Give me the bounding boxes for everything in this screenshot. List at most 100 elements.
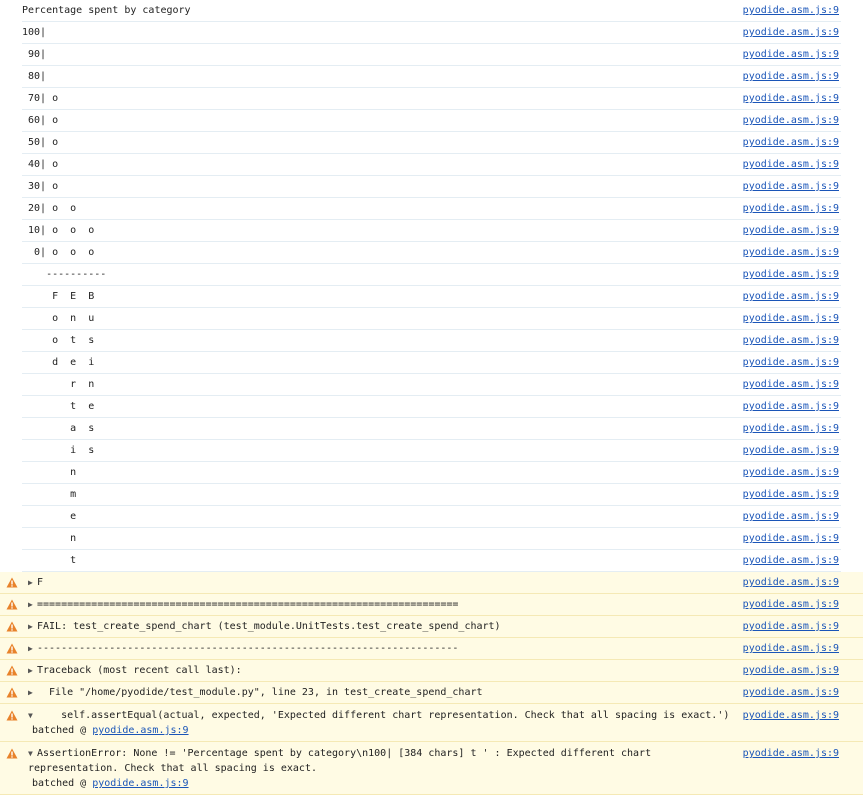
warning-triangle-icon xyxy=(6,748,18,759)
warning-row: ▶ File "/home/pyodide/test_module.py", l… xyxy=(0,682,863,704)
log-row: o n u pyodide.asm.js:9 xyxy=(22,308,841,330)
source-link[interactable]: pyodide.asm.js:9 xyxy=(743,550,839,572)
warning-row: ▶ F pyodide.asm.js:9 xyxy=(0,572,863,594)
warning-row: ▶ ---------------------------------------… xyxy=(0,638,863,660)
log-row: 50| o pyodide.asm.js:9 xyxy=(22,132,841,154)
source-link[interactable]: pyodide.asm.js:9 xyxy=(743,708,839,723)
log-message: 10| o o o xyxy=(22,225,95,236)
log-message: 20| o o xyxy=(22,203,77,214)
log-row: 20| o o pyodide.asm.js:9 xyxy=(22,198,841,220)
log-message: t xyxy=(22,555,77,566)
source-link[interactable]: pyodide.asm.js:9 xyxy=(743,154,839,176)
warning-message: AssertionError: None != 'Percentage spen… xyxy=(28,748,652,774)
log-message: Percentage spent by category xyxy=(22,5,191,16)
log-row: 80| pyodide.asm.js:9 xyxy=(22,66,841,88)
log-message: 90| xyxy=(22,49,47,60)
batched-label: batched @ xyxy=(32,778,93,789)
source-link[interactable]: pyodide.asm.js:9 xyxy=(743,242,839,264)
warning-row: ▶ =======================================… xyxy=(0,594,863,616)
warning-triangle-icon xyxy=(6,665,18,676)
warning-message: F xyxy=(37,577,44,588)
source-link[interactable]: pyodide.asm.js:9 xyxy=(743,330,839,352)
source-link[interactable]: pyodide.asm.js:9 xyxy=(743,176,839,198)
warning-triangle-icon xyxy=(6,687,18,698)
warning-row-expanded: ▼ AssertionError: None != 'Percentage spe… xyxy=(0,742,863,795)
source-link[interactable]: pyodide.asm.js:9 xyxy=(743,352,839,374)
expand-arrow[interactable]: ▶ xyxy=(28,572,37,594)
source-link[interactable]: pyodide.asm.js:9 xyxy=(743,594,839,616)
source-link[interactable]: pyodide.asm.js:9 xyxy=(743,746,839,761)
log-message: 40| o xyxy=(22,159,59,170)
source-link[interactable]: pyodide.asm.js:9 xyxy=(743,660,839,682)
collapse-arrow[interactable]: ▼ xyxy=(28,708,37,723)
log-row: 100| pyodide.asm.js:9 xyxy=(22,22,841,44)
source-link[interactable]: pyodide.asm.js:9 xyxy=(743,110,839,132)
source-link[interactable]: pyodide.asm.js:9 xyxy=(743,22,839,44)
batched-label: batched @ xyxy=(32,725,93,736)
log-message: 60| o xyxy=(22,115,59,126)
log-row: r n pyodide.asm.js:9 xyxy=(22,374,841,396)
source-link[interactable]: pyodide.asm.js:9 xyxy=(743,44,839,66)
warning-triangle-icon xyxy=(6,599,18,610)
log-row: 30| o pyodide.asm.js:9 xyxy=(22,176,841,198)
warning-message: ----------------------------------------… xyxy=(37,643,459,654)
source-link[interactable]: pyodide.asm.js:9 xyxy=(743,572,839,594)
log-row: Percentage spent by category pyodide.asm… xyxy=(22,0,841,22)
log-message: n xyxy=(22,467,77,478)
source-link[interactable]: pyodide.asm.js:9 xyxy=(743,506,839,528)
warning-row: ▶ Traceback (most recent call last): pyod… xyxy=(0,660,863,682)
log-message: 70| o xyxy=(22,93,59,104)
expand-arrow[interactable]: ▶ xyxy=(28,638,37,660)
log-message: r n xyxy=(22,379,95,390)
source-link[interactable]: pyodide.asm.js:9 xyxy=(743,66,839,88)
log-message: d e i xyxy=(22,357,95,368)
log-row: 90| pyodide.asm.js:9 xyxy=(22,44,841,66)
log-row: 0| o o o pyodide.asm.js:9 xyxy=(22,242,841,264)
source-link[interactable]: pyodide.asm.js:9 xyxy=(743,308,839,330)
source-link[interactable]: pyodide.asm.js:9 xyxy=(743,682,839,704)
source-link[interactable]: pyodide.asm.js:9 xyxy=(743,616,839,638)
source-link[interactable]: pyodide.asm.js:9 xyxy=(743,638,839,660)
log-message: 30| o xyxy=(22,181,59,192)
warning-row: ▶ FAIL: test_create_spend_chart (test_mod… xyxy=(0,616,863,638)
log-message: 50| o xyxy=(22,137,59,148)
log-row: i s pyodide.asm.js:9 xyxy=(22,440,841,462)
batched-source-link[interactable]: pyodide.asm.js:9 xyxy=(92,725,188,736)
log-row: e pyodide.asm.js:9 xyxy=(22,506,841,528)
source-link[interactable]: pyodide.asm.js:9 xyxy=(743,374,839,396)
log-message: e xyxy=(22,511,77,522)
expand-arrow[interactable]: ▶ xyxy=(28,616,37,638)
batched-source-link[interactable]: pyodide.asm.js:9 xyxy=(92,778,188,789)
collapse-arrow[interactable]: ▼ xyxy=(28,746,37,761)
source-link[interactable]: pyodide.asm.js:9 xyxy=(743,198,839,220)
log-row: m pyodide.asm.js:9 xyxy=(22,484,841,506)
expand-arrow[interactable]: ▶ xyxy=(28,660,37,682)
log-message: 80| xyxy=(22,71,47,82)
source-link[interactable]: pyodide.asm.js:9 xyxy=(743,264,839,286)
expand-arrow[interactable]: ▶ xyxy=(28,682,37,704)
log-row: 40| o pyodide.asm.js:9 xyxy=(22,154,841,176)
log-row: ---------- pyodide.asm.js:9 xyxy=(22,264,841,286)
source-link[interactable]: pyodide.asm.js:9 xyxy=(743,0,839,22)
source-link[interactable]: pyodide.asm.js:9 xyxy=(743,418,839,440)
source-link[interactable]: pyodide.asm.js:9 xyxy=(743,132,839,154)
log-message: o t s xyxy=(22,335,95,346)
source-link[interactable]: pyodide.asm.js:9 xyxy=(743,440,839,462)
log-message: n xyxy=(22,533,77,544)
source-link[interactable]: pyodide.asm.js:9 xyxy=(743,462,839,484)
source-link[interactable]: pyodide.asm.js:9 xyxy=(743,396,839,418)
log-row: 70| o pyodide.asm.js:9 xyxy=(22,88,841,110)
source-link[interactable]: pyodide.asm.js:9 xyxy=(743,528,839,550)
log-message: i s xyxy=(22,445,95,456)
source-link[interactable]: pyodide.asm.js:9 xyxy=(743,220,839,242)
log-row: t pyodide.asm.js:9 xyxy=(22,550,841,572)
expand-arrow[interactable]: ▶ xyxy=(28,594,37,616)
warning-triangle-icon xyxy=(6,643,18,654)
warning-message: Traceback (most recent call last): xyxy=(37,665,242,676)
log-row: t e pyodide.asm.js:9 xyxy=(22,396,841,418)
log-row: o t s pyodide.asm.js:9 xyxy=(22,330,841,352)
source-link[interactable]: pyodide.asm.js:9 xyxy=(743,484,839,506)
source-link[interactable]: pyodide.asm.js:9 xyxy=(743,88,839,110)
warning-triangle-icon xyxy=(6,621,18,632)
source-link[interactable]: pyodide.asm.js:9 xyxy=(743,286,839,308)
